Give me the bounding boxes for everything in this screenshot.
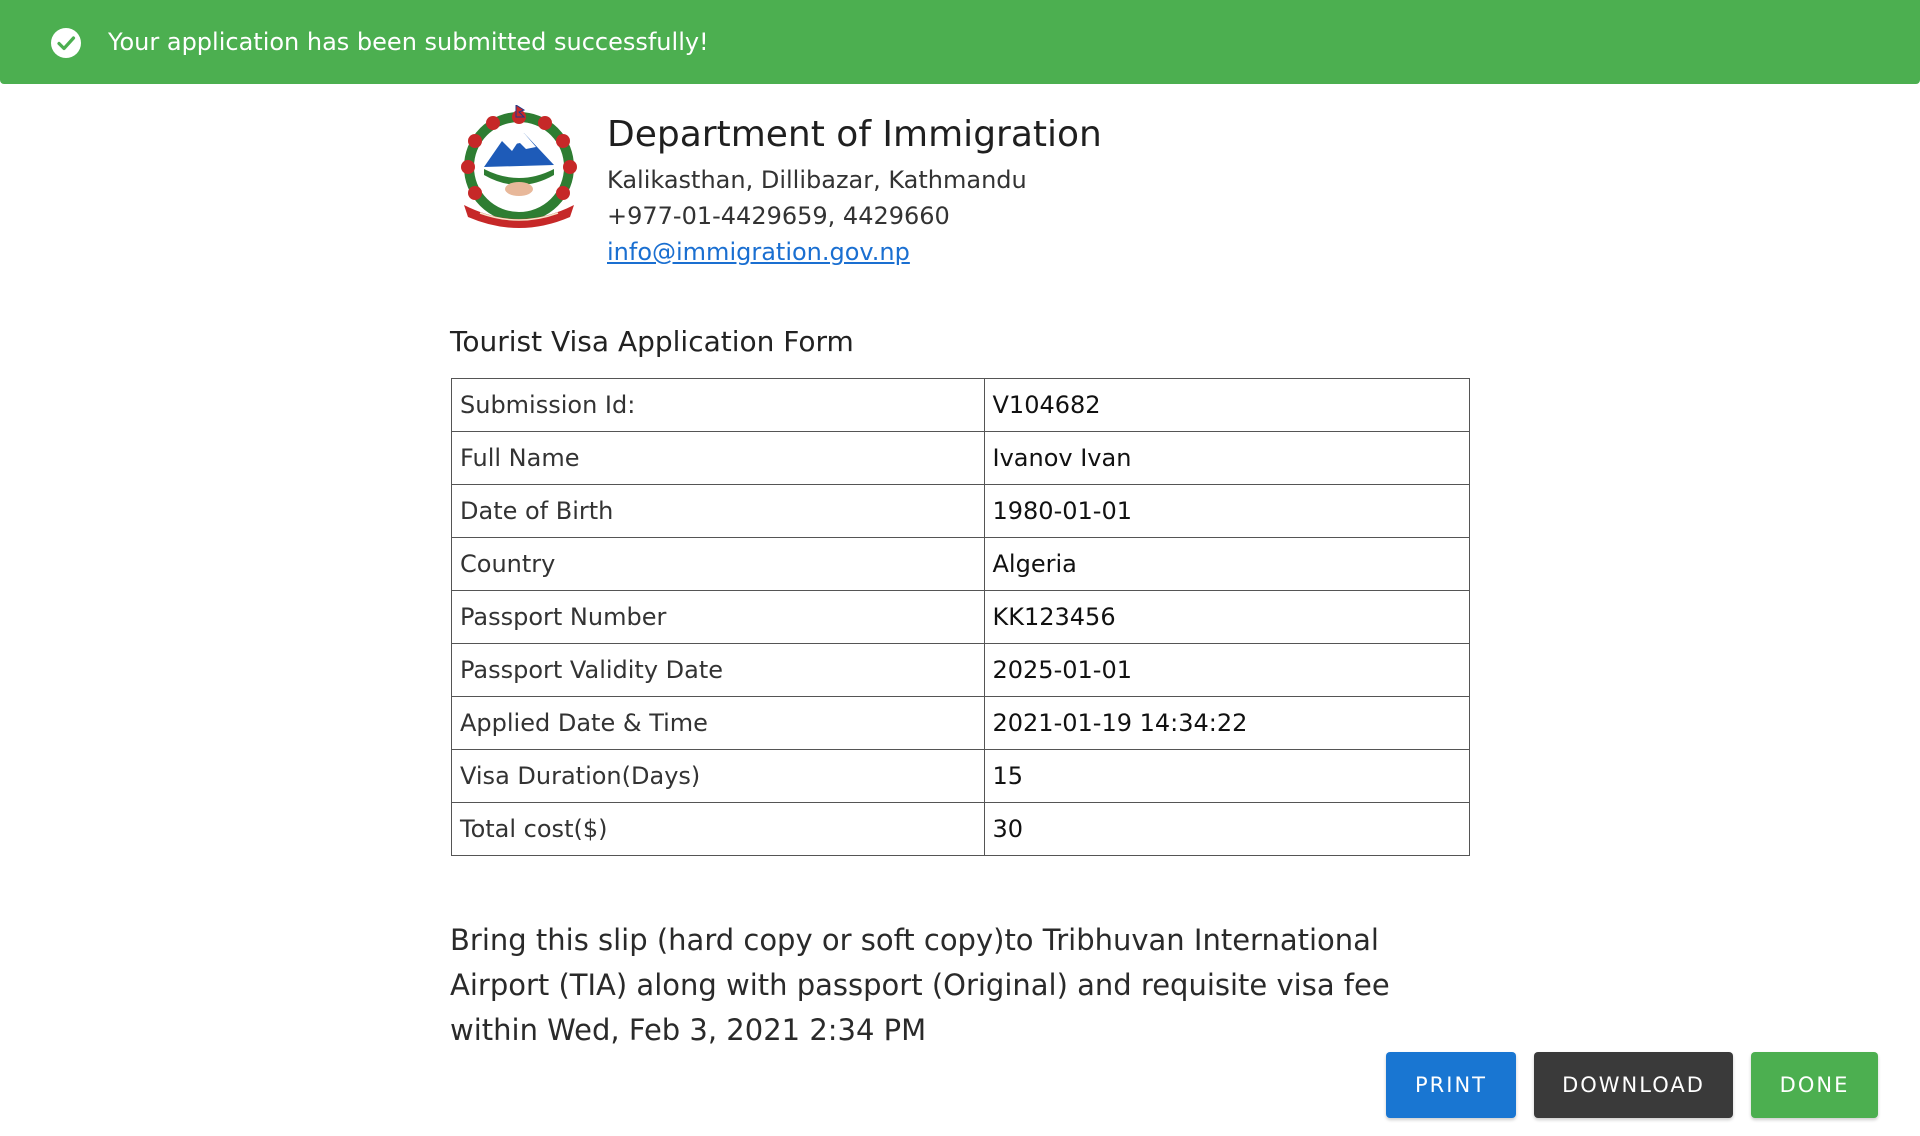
application-details-table: Submission Id: V104682 Full Name Ivanov … <box>451 378 1470 856</box>
form-title: Tourist Visa Application Form <box>450 325 854 358</box>
table-row: Country Algeria <box>451 537 1470 591</box>
table-row: Applied Date & Time 2021-01-19 14:34:22 <box>451 696 1470 750</box>
department-name: Department of Immigration <box>607 114 1102 155</box>
nepal-emblem-logo <box>461 105 577 228</box>
table-row: Passport Validity Date 2025-01-01 <box>451 643 1470 697</box>
table-row: Date of Birth 1980-01-01 <box>451 484 1470 538</box>
department-address: Kalikasthan, Dillibazar, Kathmandu <box>607 166 1027 194</box>
table-row: Total cost($) 30 <box>451 802 1470 856</box>
department-header: Department of Immigration Kalikasthan, D… <box>450 105 1450 275</box>
check-circle-icon <box>51 28 81 58</box>
row-value: Algeria <box>983 537 1470 591</box>
row-value: Ivanov Ivan <box>983 431 1470 485</box>
instructions-notice: Bring this slip (hard copy or soft copy)… <box>450 923 1390 1047</box>
row-label: Country <box>451 537 985 591</box>
row-label: Date of Birth <box>451 484 985 538</box>
table-row: Visa Duration(Days) 15 <box>451 749 1470 803</box>
row-label: Passport Validity Date <box>451 643 985 697</box>
row-label: Full Name <box>451 431 985 485</box>
department-phone: +977-01-4429659, 4429660 <box>607 202 950 230</box>
row-value: 1980-01-01 <box>983 484 1470 538</box>
print-button[interactable]: PRINT <box>1386 1052 1516 1118</box>
success-message: Your application has been submitted succ… <box>108 28 709 56</box>
row-label: Total cost($) <box>451 802 985 856</box>
table-row: Submission Id: V104682 <box>451 378 1470 432</box>
table-row: Full Name Ivanov Ivan <box>451 431 1470 485</box>
download-button[interactable]: DOWNLOAD <box>1534 1052 1733 1118</box>
done-button[interactable]: DONE <box>1751 1052 1878 1118</box>
row-value: 15 <box>983 749 1470 803</box>
row-label: Submission Id: <box>451 378 985 432</box>
row-value: 2025-01-01 <box>983 643 1470 697</box>
row-value: KK123456 <box>983 590 1470 644</box>
row-value: V104682 <box>983 378 1470 432</box>
row-label: Visa Duration(Days) <box>451 749 985 803</box>
row-value: 30 <box>983 802 1470 856</box>
department-email-link[interactable]: info@immigration.gov.np <box>607 236 910 268</box>
success-banner: Your application has been submitted succ… <box>0 0 1920 84</box>
row-value: 2021-01-19 14:34:22 <box>983 696 1470 750</box>
row-label: Applied Date & Time <box>451 696 985 750</box>
table-row: Passport Number KK123456 <box>451 590 1470 644</box>
row-label: Passport Number <box>451 590 985 644</box>
